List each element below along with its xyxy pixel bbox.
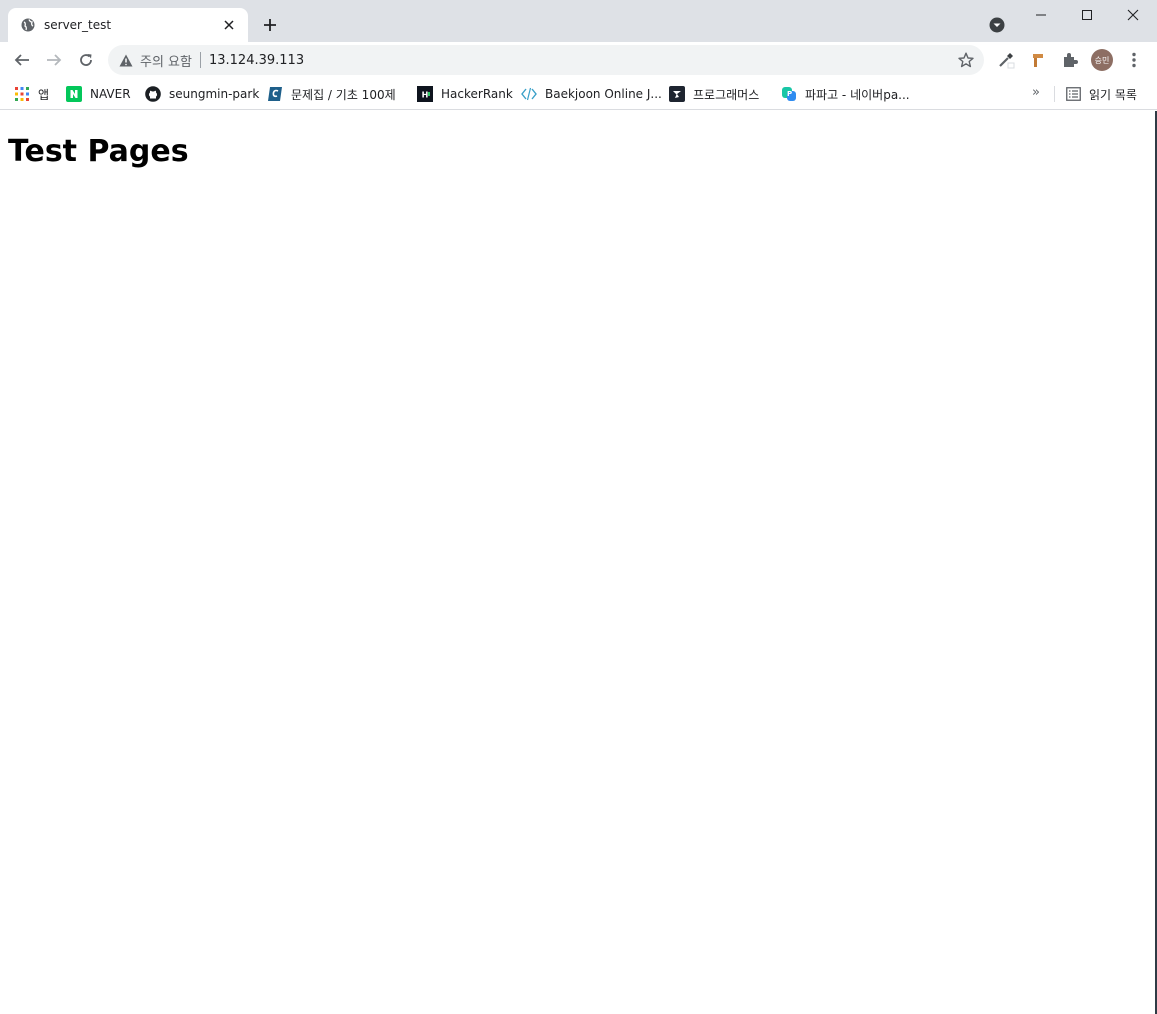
- new-tab-button[interactable]: [258, 13, 282, 37]
- bookmark-label: seungmin-park: [169, 87, 260, 101]
- page-content: Test Pages: [0, 111, 1155, 1014]
- apps-grid-icon: [14, 86, 30, 102]
- naver-icon: [66, 86, 82, 102]
- programmers-icon: [669, 86, 685, 102]
- bookmark-star-icon[interactable]: [952, 46, 980, 74]
- hammer-extension-icon[interactable]: [1026, 48, 1050, 72]
- address-bar[interactable]: 주의 요함 13.124.39.113: [108, 45, 984, 75]
- bookmarks-divider: [1054, 86, 1055, 102]
- tab-server-test[interactable]: server_test: [8, 8, 248, 42]
- bookmark-naver[interactable]: NAVER: [66, 83, 131, 105]
- tab-strip: server_test: [0, 0, 1157, 42]
- tab-close-icon[interactable]: [220, 16, 238, 34]
- reading-list-icon: [1065, 86, 1081, 102]
- bookmark-codeup[interactable]: 문제집 / 기초 100제: [267, 83, 396, 105]
- bookmark-hackerrank[interactable]: H HackerRank: [417, 83, 513, 105]
- reading-list-button[interactable]: 읽기 목록: [1065, 83, 1137, 105]
- bookmark-label: 앱: [38, 87, 50, 102]
- bookmark-label: HackerRank: [441, 87, 513, 101]
- github-icon: [145, 86, 161, 102]
- url-text[interactable]: 13.124.39.113: [209, 53, 952, 68]
- bookmark-apps[interactable]: 앱: [14, 83, 49, 105]
- forward-button[interactable]: [40, 46, 68, 74]
- bookmark-label: Baekjoon Online J...: [545, 87, 662, 101]
- address-separator: [199, 52, 201, 68]
- more-menu-icon[interactable]: [1122, 48, 1146, 72]
- svg-text:H: H: [422, 91, 429, 100]
- bookmark-label: 프로그래머스: [693, 87, 760, 102]
- eyedropper-extension-icon[interactable]: [994, 48, 1018, 72]
- browser-toolbar: 주의 요함 13.124.39.113 승민: [0, 42, 1157, 78]
- hackerrank-icon: H: [417, 86, 433, 102]
- tab-search-icon[interactable]: [987, 15, 1007, 35]
- svg-text:P: P: [787, 90, 792, 98]
- codeup-icon: [267, 86, 283, 102]
- papago-icon: P: [781, 86, 797, 102]
- bookmark-label: 파파고 - 네이버pa...: [805, 87, 910, 102]
- baekjoon-icon: [521, 86, 537, 102]
- bookmark-baekjoon[interactable]: Baekjoon Online J...: [521, 83, 662, 105]
- tab-title: server_test: [44, 18, 112, 32]
- maximize-button[interactable]: [1064, 0, 1110, 30]
- profile-avatar[interactable]: 승민: [1090, 48, 1114, 72]
- bookmark-github[interactable]: seungmin-park: [145, 83, 259, 105]
- warning-icon[interactable]: [118, 52, 134, 68]
- minimize-button[interactable]: [1018, 0, 1064, 30]
- reload-button[interactable]: [72, 46, 100, 74]
- bookmark-label: NAVER: [90, 87, 131, 101]
- more-bookmarks-chevron-icon[interactable]: »: [1032, 85, 1040, 100]
- security-status-label[interactable]: 주의 요함: [140, 51, 192, 70]
- bookmark-papago[interactable]: P 파파고 - 네이버pa...: [781, 83, 910, 105]
- globe-icon: [20, 17, 36, 33]
- bookmark-label: 문제집 / 기초 100제: [291, 87, 396, 102]
- bookmarks-bar: 앱 NAVER seungmin-park 문제집 / 기초 100제 H Ha…: [0, 78, 1157, 110]
- extensions-puzzle-icon[interactable]: [1058, 48, 1082, 72]
- avatar: 승민: [1091, 49, 1113, 71]
- close-window-button[interactable]: [1110, 0, 1156, 30]
- back-button[interactable]: [8, 46, 36, 74]
- page-title: Test Pages: [8, 134, 189, 169]
- bookmark-programmers[interactable]: 프로그래머스: [669, 83, 759, 105]
- reading-list-label: 읽기 목록: [1089, 87, 1137, 102]
